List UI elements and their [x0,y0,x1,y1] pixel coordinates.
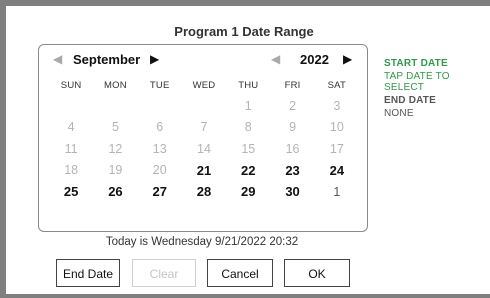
next-year-icon[interactable]: ▶ [343,52,352,66]
calendar-day: 20 [152,163,167,178]
next-month-icon[interactable]: ▶ [150,52,159,66]
ok-button[interactable]: OK [284,259,350,287]
calendar-day[interactable]: 26 [93,184,137,199]
calendar-day: 15 [241,141,256,156]
calendar-day: 9 [289,120,297,135]
calendar-day: 16 [285,141,300,156]
calendar-day[interactable]: 24 [315,163,359,178]
calendar-day[interactable]: 28 [182,184,226,199]
dialog-title: Program 1 Date Range [174,24,314,39]
year-label: 2022 [300,52,329,67]
weekday-header: SUN MON TUE WED THU FRI SAT [49,75,359,95]
clear-button[interactable]: Clear [132,259,196,287]
calendar-week-row: 4 5 6 7 8 9 10 [49,117,359,139]
cancel-button[interactable]: Cancel [207,259,273,287]
calendar-day: 7 [200,120,208,135]
calendar-day[interactable]: 23 [270,163,314,178]
calendar-day[interactable]: 29 [226,184,270,199]
calendar-day: 6 [156,120,164,135]
calendar-week-row: 18 19 20 21 22 23 24 [49,160,359,182]
calendar-day: 1 [244,98,252,113]
weekday-label: TUE [149,79,170,91]
weekday-label: THU [238,79,259,91]
start-date-label: START DATE [384,58,448,69]
end-date-button[interactable]: End Date [56,259,120,287]
calendar-day[interactable]: 21 [182,163,226,178]
weekday-label: FRI [284,79,301,91]
window-frame-bottom [0,294,490,298]
prev-year-icon[interactable]: ◀ [271,52,280,66]
calendar-day: 19 [108,163,123,178]
calendar-day: 12 [108,141,123,156]
weekday-label: SUN [60,79,82,91]
prev-month-icon[interactable]: ◀ [53,52,62,66]
weekday-label: MON [104,79,127,91]
today-status: Today is Wednesday 9/21/2022 20:32 [105,236,299,248]
calendar-week-row: 11 12 13 14 15 16 17 [49,138,359,160]
calendar-week-row: 1 2 3 [49,95,359,117]
end-date-value: NONE [384,108,414,119]
calendar-day: 4 [67,120,75,135]
calendar-day: 8 [244,120,252,135]
calendar-day: 3 [333,98,341,113]
calendar-day[interactable]: 1 [315,185,359,199]
month-label: September [73,52,141,67]
calendar-day[interactable]: 22 [226,163,270,178]
calendar-day: 10 [329,120,344,135]
weekday-label: WED [192,79,216,91]
calendar-day: 5 [111,120,119,135]
calendar-day: 2 [289,98,297,113]
window-frame-left [0,0,6,298]
weekday-label: SAT [327,79,347,91]
calendar-day[interactable]: 25 [49,184,93,199]
calendar-day: 17 [329,141,344,156]
end-date-label: END DATE [384,95,436,106]
calendar-day: 14 [197,141,211,156]
calendar-day[interactable]: 27 [138,184,182,199]
calendar-day[interactable]: 30 [270,184,314,199]
calendar-day: 13 [152,141,167,156]
calendar-panel: ◀ September ▶ ◀ 2022 ▶ SUN MON TUE WED THU FR… [38,44,368,232]
start-date-value: TAP DATE TO SELECT [384,71,450,93]
calendar-day: 18 [64,163,79,178]
calendar-grid: SUN MON TUE WED THU FRI SAT 1 2 3 4 5 6 7 8 9 10 11 12 13 1… [49,75,359,203]
calendar-day: 11 [64,141,78,156]
window-frame-top [0,0,490,6]
calendar-week-row: 25 26 27 28 29 30 1 [49,181,359,203]
